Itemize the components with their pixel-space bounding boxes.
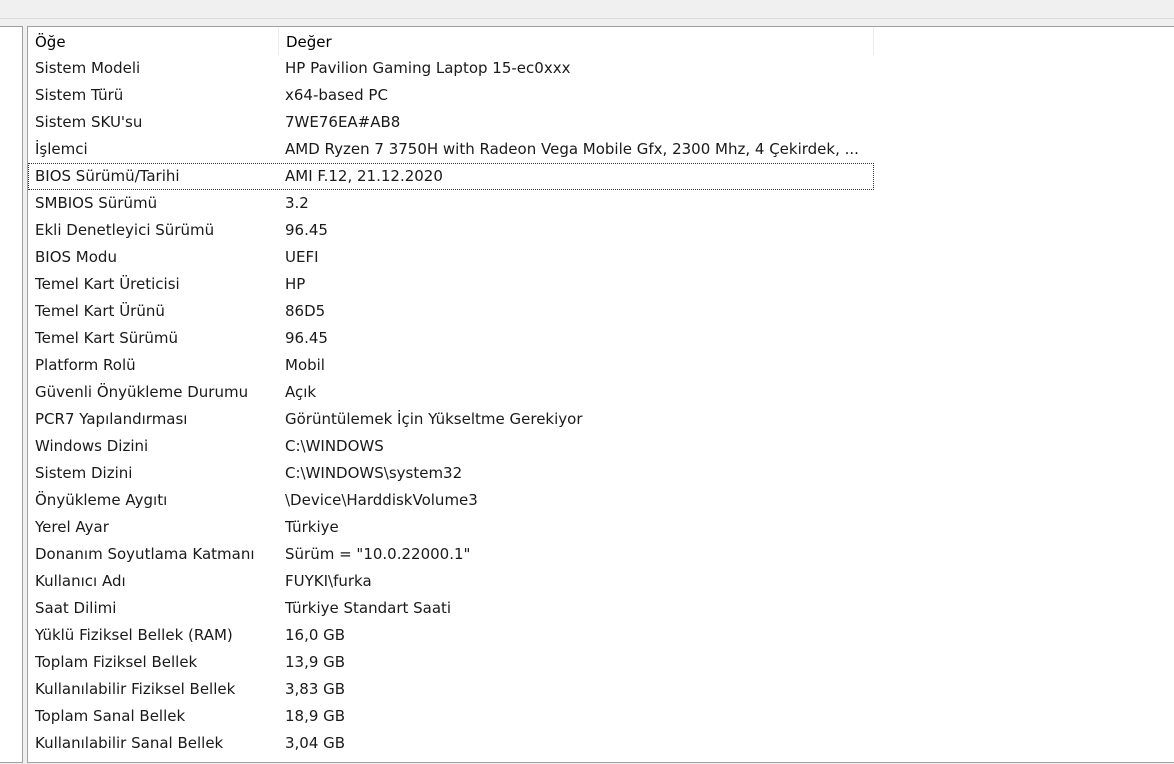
row-item-label: Toplam Fiziksel Bellek — [35, 653, 198, 671]
list-row[interactable]: Temel Kart Üreticisi HP — [28, 271, 874, 298]
row-value: UEFI — [285, 248, 319, 266]
row-value: 7WE76EA#AB8 — [285, 113, 401, 131]
row-item-label: Yüklü Fiziksel Bellek (RAM) — [35, 626, 233, 644]
row-item-label: Platform Rolü — [35, 356, 136, 374]
list-row[interactable]: Sistem SKU'su 7WE76EA#AB8 — [28, 109, 874, 136]
row-item-label: Kullanıcı Adı — [35, 572, 126, 590]
list-rows: Sistem Modeli HP Pavilion Gaming Laptop 1… — [28, 55, 874, 757]
column-header-value[interactable]: Değer — [278, 27, 874, 55]
row-value: 3,83 GB — [285, 680, 346, 698]
row-value: C:\WINDOWS\system32 — [285, 464, 463, 482]
row-item-label: BIOS Sürümü/Tarihi — [35, 167, 180, 185]
row-item-label: Güvenli Önyükleme Durumu — [35, 383, 249, 401]
list-row[interactable]: SMBIOS Sürümü 3.2 — [28, 190, 874, 217]
list-header: Öğe Değer — [28, 27, 874, 55]
row-item-label: Windows Dizini — [35, 437, 149, 455]
row-value: 16,0 GB — [285, 626, 346, 644]
list-row[interactable]: Saat Dilimi Türkiye Standart Saati — [28, 595, 874, 622]
list-row[interactable]: Platform Rolü Mobil — [28, 352, 874, 379]
row-value: C:\WINDOWS — [285, 437, 384, 455]
list-row[interactable]: Toplam Fiziksel Bellek 13,9 GB — [28, 649, 874, 676]
row-item-label: Temel Kart Üreticisi — [35, 275, 180, 293]
row-value: Açık — [285, 383, 317, 401]
row-item-label: Sistem Dizini — [35, 464, 133, 482]
row-item-label: Saat Dilimi — [35, 599, 117, 617]
list-row[interactable]: Ekli Denetleyici Sürümü 96.45 — [28, 217, 874, 244]
row-item-label: Temel Kart Ürünü — [35, 302, 165, 320]
row-item-label: Ekli Denetleyici Sürümü — [35, 221, 215, 239]
list-row[interactable]: Kullanılabilir Sanal Bellek 3,04 GB — [28, 730, 874, 757]
list-row[interactable]: Sistem Modeli HP Pavilion Gaming Laptop 1… — [28, 55, 874, 82]
row-value: Türkiye Standart Saati — [285, 599, 452, 617]
row-value: AMD Ryzen 7 3750H with Radeon Vega Mobil… — [285, 140, 859, 158]
row-item-label: Donanım Soyutlama Katmanı — [35, 545, 255, 563]
row-item-label: İşlemci — [35, 140, 88, 158]
row-value: Sürüm = "10.0.22000.1" — [285, 545, 471, 563]
list-row[interactable]: Windows Dizini C:\WINDOWS — [28, 433, 874, 460]
row-value: HP Pavilion Gaming Laptop 15-ec0xxx — [285, 59, 571, 77]
category-tree-pane[interactable] — [0, 26, 23, 763]
row-value: Görüntülemek İçin Yükseltme Gerekiyor — [285, 410, 583, 428]
row-item-label: Sistem Modeli — [35, 59, 141, 77]
list-row[interactable]: Yerel Ayar Türkiye — [28, 514, 874, 541]
row-value: 3.2 — [285, 194, 309, 212]
list-row[interactable]: BIOS Modu UEFI — [28, 244, 874, 271]
row-value: 3,04 GB — [285, 734, 346, 752]
list-row[interactable]: Önyükleme Aygıtı \Device\HarddiskVolume3 — [28, 487, 874, 514]
row-value: 96.45 — [285, 329, 328, 347]
row-value: 96.45 — [285, 221, 328, 239]
row-item-label: Sistem Türü — [35, 86, 124, 104]
list-row[interactable]: Donanım Soyutlama Katmanı Sürüm = "10.0.2… — [28, 541, 874, 568]
toolbar-strip — [0, 0, 1174, 19]
row-item-label: SMBIOS Sürümü — [35, 194, 158, 212]
row-value: 18,9 GB — [285, 707, 346, 725]
list-row[interactable]: Sistem Dizini C:\WINDOWS\system32 — [28, 460, 874, 487]
list-row[interactable]: Sistem Türü x64-based PC — [28, 82, 874, 109]
row-value: FUYKI\furka — [285, 572, 372, 590]
row-value: 86D5 — [285, 302, 326, 320]
row-value: 13,9 GB — [285, 653, 346, 671]
row-item-label: Temel Kart Sürümü — [35, 329, 179, 347]
row-item-label: Toplam Sanal Bellek — [35, 707, 186, 725]
row-item-label: Yerel Ayar — [35, 518, 109, 536]
system-summary-list[interactable]: Öğe Değer Sistem Modeli HP Pavilion Gamin… — [27, 26, 1174, 763]
list-row[interactable]: Toplam Sanal Bellek 18,9 GB — [28, 703, 874, 730]
list-row[interactable]: Kullanıcı Adı FUYKI\furka — [28, 568, 874, 595]
row-item-label: Sistem SKU'su — [35, 113, 143, 131]
row-value: Türkiye — [285, 518, 339, 536]
row-item-label: Önyükleme Aygıtı — [35, 491, 168, 509]
row-value: x64-based PC — [285, 86, 388, 104]
list-row[interactable]: PCR7 Yapılandırması Görüntülemek İçin Yük… — [28, 406, 874, 433]
column-header-item[interactable]: Öğe — [28, 27, 278, 55]
list-row[interactable]: Güvenli Önyükleme Durumu Açık — [28, 379, 874, 406]
list-row[interactable]: İşlemci AMD Ryzen 7 3750H with Radeon Veg… — [28, 136, 874, 163]
row-value: \Device\HarddiskVolume3 — [285, 491, 478, 509]
row-item-label: PCR7 Yapılandırması — [35, 410, 188, 428]
row-item-label: Kullanılabilir Fiziksel Bellek — [35, 680, 236, 698]
row-item-label: Kullanılabilir Sanal Bellek — [35, 734, 224, 752]
row-value: AMI F.12, 21.12.2020 — [285, 167, 443, 185]
row-item-label: BIOS Modu — [35, 248, 117, 266]
list-row[interactable]: Temel Kart Ürünü 86D5 — [28, 298, 874, 325]
list-row[interactable]: Yüklü Fiziksel Bellek (RAM) 16,0 GB — [28, 622, 874, 649]
list-row[interactable]: Temel Kart Sürümü 96.45 — [28, 325, 874, 352]
list-row[interactable]: Kullanılabilir Fiziksel Bellek 3,83 GB — [28, 676, 874, 703]
list-row[interactable]: BIOS Sürümü/Tarihi AMI F.12, 21.12.2020 — [28, 163, 874, 190]
row-value: Mobil — [285, 356, 325, 374]
row-value: HP — [285, 275, 306, 293]
